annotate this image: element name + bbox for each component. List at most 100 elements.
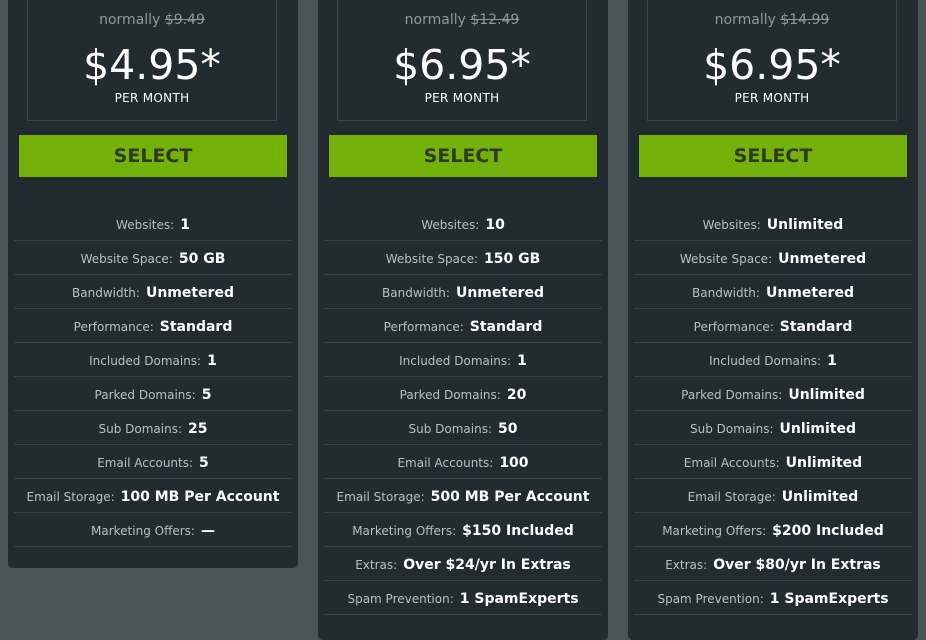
feature-label: Spam Prevention: <box>347 592 454 606</box>
select-button[interactable]: SELECT <box>639 135 907 177</box>
normal-price: normally $14.99 <box>648 12 896 28</box>
feature-value: $150 Included <box>462 523 574 539</box>
feature-label: Parked Domains: <box>399 388 501 402</box>
feature-row: Included Domains: 1 <box>324 343 602 377</box>
feature-row: Sub Domains: 50 <box>324 411 602 445</box>
feature-row: Website Space: Unmetered <box>634 241 912 275</box>
feature-row: Extras: Over $80/yr In Extras <box>634 547 912 581</box>
feature-row: Performance: Standard <box>324 309 602 343</box>
feature-value: — <box>200 523 215 539</box>
feature-value: 50 GB <box>178 251 226 267</box>
feature-list: Websites: Unlimited Website Space: Unmetere… <box>634 207 912 615</box>
feature-row: Websites: 10 <box>324 207 602 241</box>
feature-label: Websites: <box>116 218 175 232</box>
feature-label: Performance: <box>73 320 154 334</box>
feature-label: Email Accounts: <box>683 456 780 470</box>
feature-value: Unlimited <box>779 421 857 437</box>
feature-label: Marketing Offers: <box>352 524 457 538</box>
price-period: PER MONTH <box>734 91 810 105</box>
feature-value: 150 GB <box>484 251 541 267</box>
feature-row: Parked Domains: 20 <box>324 377 602 411</box>
feature-label: Performance: <box>693 320 774 334</box>
feature-row: Marketing Offers: $200 Included <box>634 513 912 547</box>
feature-value: 100 <box>499 455 529 471</box>
feature-row: Email Storage: 500 MB Per Account <box>324 479 602 513</box>
feature-row: Email Storage: 100 MB Per Account <box>14 479 292 513</box>
feature-row: Spam Prevention: 1 SpamExperts <box>324 581 602 615</box>
feature-row: Sub Domains: 25 <box>14 411 292 445</box>
feature-value: Standard <box>779 319 853 335</box>
feature-label: Email Accounts: <box>97 456 194 470</box>
price-period: PER MONTH <box>114 91 190 105</box>
feature-label: Included Domains: <box>89 354 202 368</box>
feature-label: Spam Prevention: <box>657 592 764 606</box>
plan-card-3: normally $14.99 $6.95* PER MONTH SELECT … <box>628 0 918 640</box>
plan-card-2: normally $12.49 $6.95* PER MONTH SELECT … <box>318 0 608 640</box>
feature-label: Extras: <box>355 558 398 572</box>
feature-row: Email Accounts: 5 <box>14 445 292 479</box>
feature-label: Email Storage: <box>26 490 115 504</box>
feature-value: Unlimited <box>788 387 865 403</box>
price-box: normally $9.49 $4.95* PER MONTH <box>27 0 277 121</box>
feature-row: Parked Domains: Unlimited <box>634 377 912 411</box>
feature-label: Included Domains: <box>709 354 822 368</box>
feature-value: Unmetered <box>778 251 867 267</box>
price-period: PER MONTH <box>424 91 500 105</box>
feature-label: Sub Domains: <box>689 422 774 436</box>
old-price: $14.99 <box>780 12 830 28</box>
feature-value: Unlimited <box>785 455 863 471</box>
feature-row: Email Storage: Unlimited <box>634 479 912 513</box>
feature-value: Unlimited <box>766 217 844 233</box>
old-price: $9.49 <box>164 12 205 28</box>
feature-label: Performance: <box>383 320 464 334</box>
feature-value: 5 <box>199 455 209 471</box>
price-box: normally $14.99 $6.95* PER MONTH <box>647 0 897 121</box>
feature-row: Website Space: 50 GB <box>14 241 292 275</box>
feature-row: Performance: Standard <box>14 309 292 343</box>
normally-label: normally <box>404 12 466 28</box>
feature-value: Unmetered <box>455 285 544 301</box>
feature-value: Standard <box>159 319 233 335</box>
feature-value: 1 <box>180 217 190 233</box>
feature-row: Websites: 1 <box>14 207 292 241</box>
feature-value: Unmetered <box>145 285 234 301</box>
feature-row: Bandwidth: Unmetered <box>324 275 602 309</box>
feature-row: Email Accounts: Unlimited <box>634 445 912 479</box>
select-button[interactable]: SELECT <box>329 135 597 177</box>
normally-label: normally <box>714 12 776 28</box>
feature-value: $200 Included <box>772 523 884 539</box>
feature-row: Parked Domains: 5 <box>14 377 292 411</box>
feature-row: Email Accounts: 100 <box>324 445 602 479</box>
feature-label: Website Space: <box>679 252 773 266</box>
feature-label: Marketing Offers: <box>91 524 195 538</box>
feature-label: Extras: <box>665 558 708 572</box>
feature-label: Included Domains: <box>399 354 512 368</box>
feature-value: 100 MB Per Account <box>120 489 280 505</box>
feature-value: Unlimited <box>781 489 859 505</box>
feature-label: Parked Domains: <box>94 388 196 402</box>
feature-row: Spam Prevention: 1 SpamExperts <box>634 581 912 615</box>
feature-row: Bandwidth: Unmetered <box>634 275 912 309</box>
feature-value: 1 SpamExperts <box>459 591 579 607</box>
normal-price: normally $9.49 <box>28 12 276 28</box>
feature-label: Bandwidth: <box>382 286 450 300</box>
feature-value: Over $80/yr In Extras <box>713 557 881 573</box>
feature-label: Websites: <box>702 218 761 232</box>
price-box: normally $12.49 $6.95* PER MONTH <box>337 0 587 121</box>
old-price: $12.49 <box>470 12 520 28</box>
feature-row: Website Space: 150 GB <box>324 241 602 275</box>
feature-label: Website Space: <box>385 252 478 266</box>
feature-value: 50 <box>498 421 518 437</box>
feature-label: Websites: <box>421 218 480 232</box>
feature-value: Over $24/yr In Extras <box>403 557 571 573</box>
normally-label: normally <box>99 12 161 28</box>
feature-label: Email Storage: <box>336 490 425 504</box>
plan-price: $4.95* <box>83 41 221 89</box>
feature-label: Bandwidth: <box>72 286 140 300</box>
plan-card-1: normally $9.49 $4.95* PER MONTH SELECT W… <box>8 0 298 568</box>
feature-row: Performance: Standard <box>634 309 912 343</box>
feature-row: Included Domains: 1 <box>634 343 912 377</box>
feature-row: Websites: Unlimited <box>634 207 912 241</box>
feature-row: Marketing Offers: — <box>14 513 292 547</box>
select-button[interactable]: SELECT <box>19 135 287 177</box>
